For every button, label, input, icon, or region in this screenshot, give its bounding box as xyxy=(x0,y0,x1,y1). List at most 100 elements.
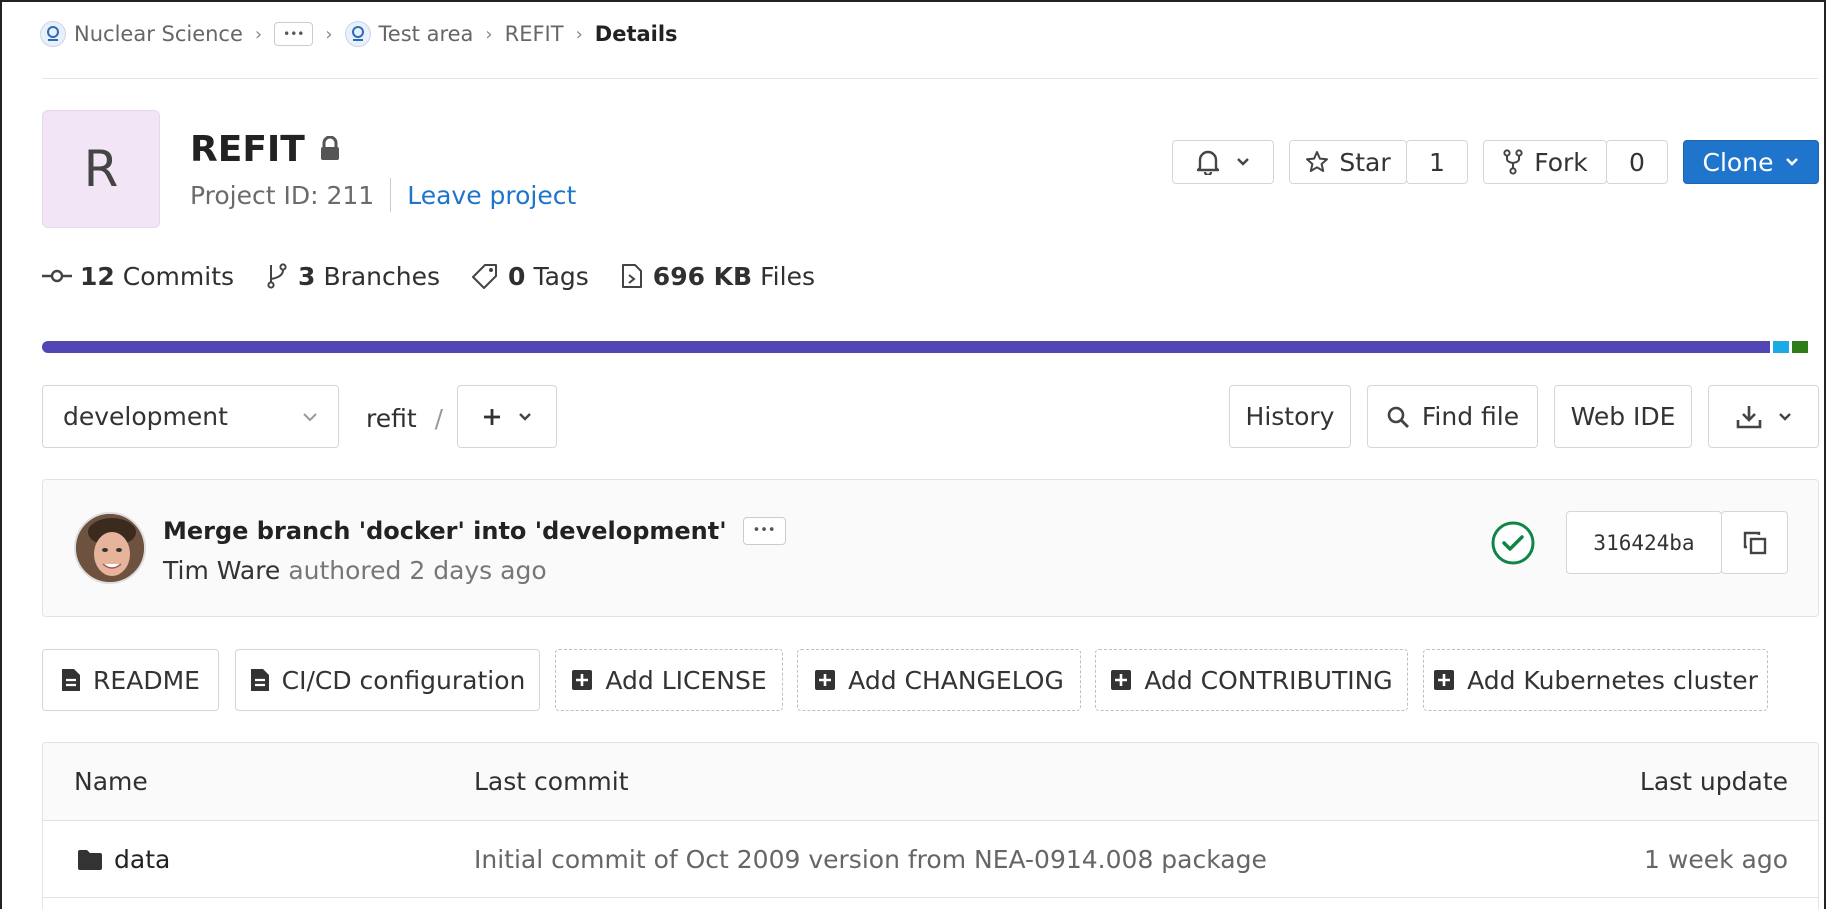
lock-icon xyxy=(319,136,341,162)
fork-count: 0 xyxy=(1629,147,1645,177)
repository-language-bar xyxy=(42,341,1819,353)
commit-expand-button[interactable]: ••• xyxy=(742,517,786,545)
download-icon xyxy=(1736,405,1761,428)
plus-square-icon xyxy=(1434,670,1455,690)
chevron-down-icon xyxy=(1778,412,1791,421)
file-icon xyxy=(621,264,642,288)
branches-count: 3 xyxy=(298,261,316,291)
web-ide-button[interactable]: Web IDE xyxy=(1554,385,1692,448)
chevron-right-icon: › xyxy=(485,23,493,45)
copy-icon xyxy=(1743,531,1766,554)
file-name-link[interactable]: data xyxy=(114,845,170,874)
files-size: 696 KB xyxy=(652,261,753,291)
column-header-last-update: Last update xyxy=(1639,767,1788,796)
column-header-name: Name xyxy=(74,767,148,796)
clone-label: Clone xyxy=(1702,147,1774,177)
readme-label: README xyxy=(93,665,200,695)
commit-author-avatar[interactable] xyxy=(74,512,146,584)
file-table: Name Last commit Last update data Initia… xyxy=(42,742,1819,909)
leave-project-link[interactable]: Leave project xyxy=(407,181,576,210)
table-header-row: Name Last commit Last update xyxy=(43,743,1818,821)
commit-sha: 316424ba xyxy=(1593,530,1695,555)
branches-label: Branches xyxy=(323,261,441,291)
breadcrumb-group[interactable]: Nuclear Science xyxy=(74,22,243,46)
add-contributing-label: Add CONTRIBUTING xyxy=(1144,665,1393,695)
add-license-button[interactable]: Add LICENSE xyxy=(555,649,783,711)
doc-icon xyxy=(250,669,269,691)
find-file-button[interactable]: Find file xyxy=(1367,385,1538,448)
search-icon xyxy=(1387,406,1409,428)
commits-link[interactable]: 12 Commits xyxy=(42,262,234,291)
add-kubernetes-cluster-button[interactable]: Add Kubernetes cluster xyxy=(1423,649,1768,711)
add-contributing-button[interactable]: Add CONTRIBUTING xyxy=(1095,649,1408,711)
chevron-down-icon xyxy=(303,412,317,421)
star-button[interactable]: Star xyxy=(1289,140,1407,184)
tags-count: 0 xyxy=(508,261,526,291)
tags-link[interactable]: 0 Tags xyxy=(472,262,589,291)
branch-selector[interactable]: development xyxy=(42,385,339,448)
tags-label: Tags xyxy=(533,261,589,291)
bell-icon xyxy=(1196,150,1220,175)
chevron-down-icon xyxy=(1786,158,1799,166)
doc-icon xyxy=(62,669,81,691)
repo-path-link[interactable]: refit xyxy=(366,404,417,433)
add-kubernetes-label: Add Kubernetes cluster xyxy=(1467,665,1758,695)
project-id: Project ID: 211 xyxy=(190,180,375,210)
copy-sha-button[interactable] xyxy=(1721,511,1788,574)
project-avatar[interactable]: R xyxy=(42,110,160,228)
readme-button[interactable]: README xyxy=(42,649,219,711)
path-separator: / xyxy=(434,403,444,433)
chevron-right-icon: › xyxy=(575,23,583,45)
table-row[interactable]: data Initial commit of Oct 2009 version … xyxy=(43,821,1818,898)
language-bar-segment[interactable] xyxy=(1773,341,1789,353)
project-avatar-letter: R xyxy=(83,140,119,198)
add-to-tree-dropdown[interactable] xyxy=(457,385,557,448)
plus-icon xyxy=(484,408,500,425)
add-changelog-label: Add CHANGELOG xyxy=(848,665,1064,695)
subgroup-avatar-icon[interactable] xyxy=(344,21,371,47)
language-bar-segment[interactable] xyxy=(1792,341,1808,353)
fork-icon xyxy=(1503,149,1523,175)
plus-square-icon xyxy=(572,670,593,690)
chevron-down-icon xyxy=(1237,158,1249,166)
star-count-link[interactable]: 1 xyxy=(1406,140,1468,184)
divider xyxy=(390,178,392,212)
branch-icon xyxy=(267,263,287,289)
files-link[interactable]: 696 KB Files xyxy=(621,262,815,291)
file-commit-message-link[interactable]: Initial commit of Oct 2009 version from … xyxy=(474,845,1267,874)
fork-button[interactable]: Fork xyxy=(1483,140,1607,184)
fork-label: Fork xyxy=(1534,147,1588,177)
breadcrumb-project[interactable]: REFIT xyxy=(505,22,564,46)
tag-icon xyxy=(472,264,498,289)
breadcrumb: Nuclear Science › ••• › Test area › REFI… xyxy=(40,18,678,50)
notifications-dropdown[interactable] xyxy=(1172,140,1274,184)
breadcrumb-current: Details xyxy=(594,22,678,46)
breadcrumb-ellipsis-button[interactable]: ••• xyxy=(274,22,314,46)
star-label: Star xyxy=(1339,147,1391,177)
branches-link[interactable]: 3 Branches xyxy=(266,262,440,291)
clone-dropdown-button[interactable]: Clone xyxy=(1683,140,1819,184)
web-ide-label: Web IDE xyxy=(1570,402,1676,431)
history-label: History xyxy=(1245,402,1335,431)
header-divider xyxy=(42,78,1818,79)
history-button[interactable]: History xyxy=(1229,385,1351,448)
cicd-label: CI/CD configuration xyxy=(281,665,526,695)
breadcrumb-subgroup[interactable]: Test area xyxy=(379,22,474,46)
group-avatar-icon[interactable] xyxy=(40,21,66,47)
add-license-label: Add LICENSE xyxy=(605,665,767,695)
commit-sha-link[interactable]: 316424ba xyxy=(1566,511,1722,574)
commit-author-link[interactable]: Tim Ware xyxy=(163,556,280,585)
add-changelog-button[interactable]: Add CHANGELOG xyxy=(797,649,1081,711)
language-bar-segment[interactable] xyxy=(42,341,1770,353)
star-icon xyxy=(1306,151,1329,172)
column-header-last-commit: Last commit xyxy=(474,767,629,796)
branch-selector-label: development xyxy=(63,402,228,431)
commits-count: 12 xyxy=(80,261,115,291)
pipeline-status-icon[interactable] xyxy=(1490,520,1536,566)
cicd-configuration-button[interactable]: CI/CD configuration xyxy=(235,649,540,711)
fork-count-link[interactable]: 0 xyxy=(1606,140,1668,184)
find-file-label: Find file xyxy=(1421,402,1520,431)
download-dropdown[interactable] xyxy=(1708,385,1819,448)
commits-label: Commits xyxy=(122,261,235,291)
commit-title-link[interactable]: Merge branch 'docker' into 'development' xyxy=(163,517,727,545)
